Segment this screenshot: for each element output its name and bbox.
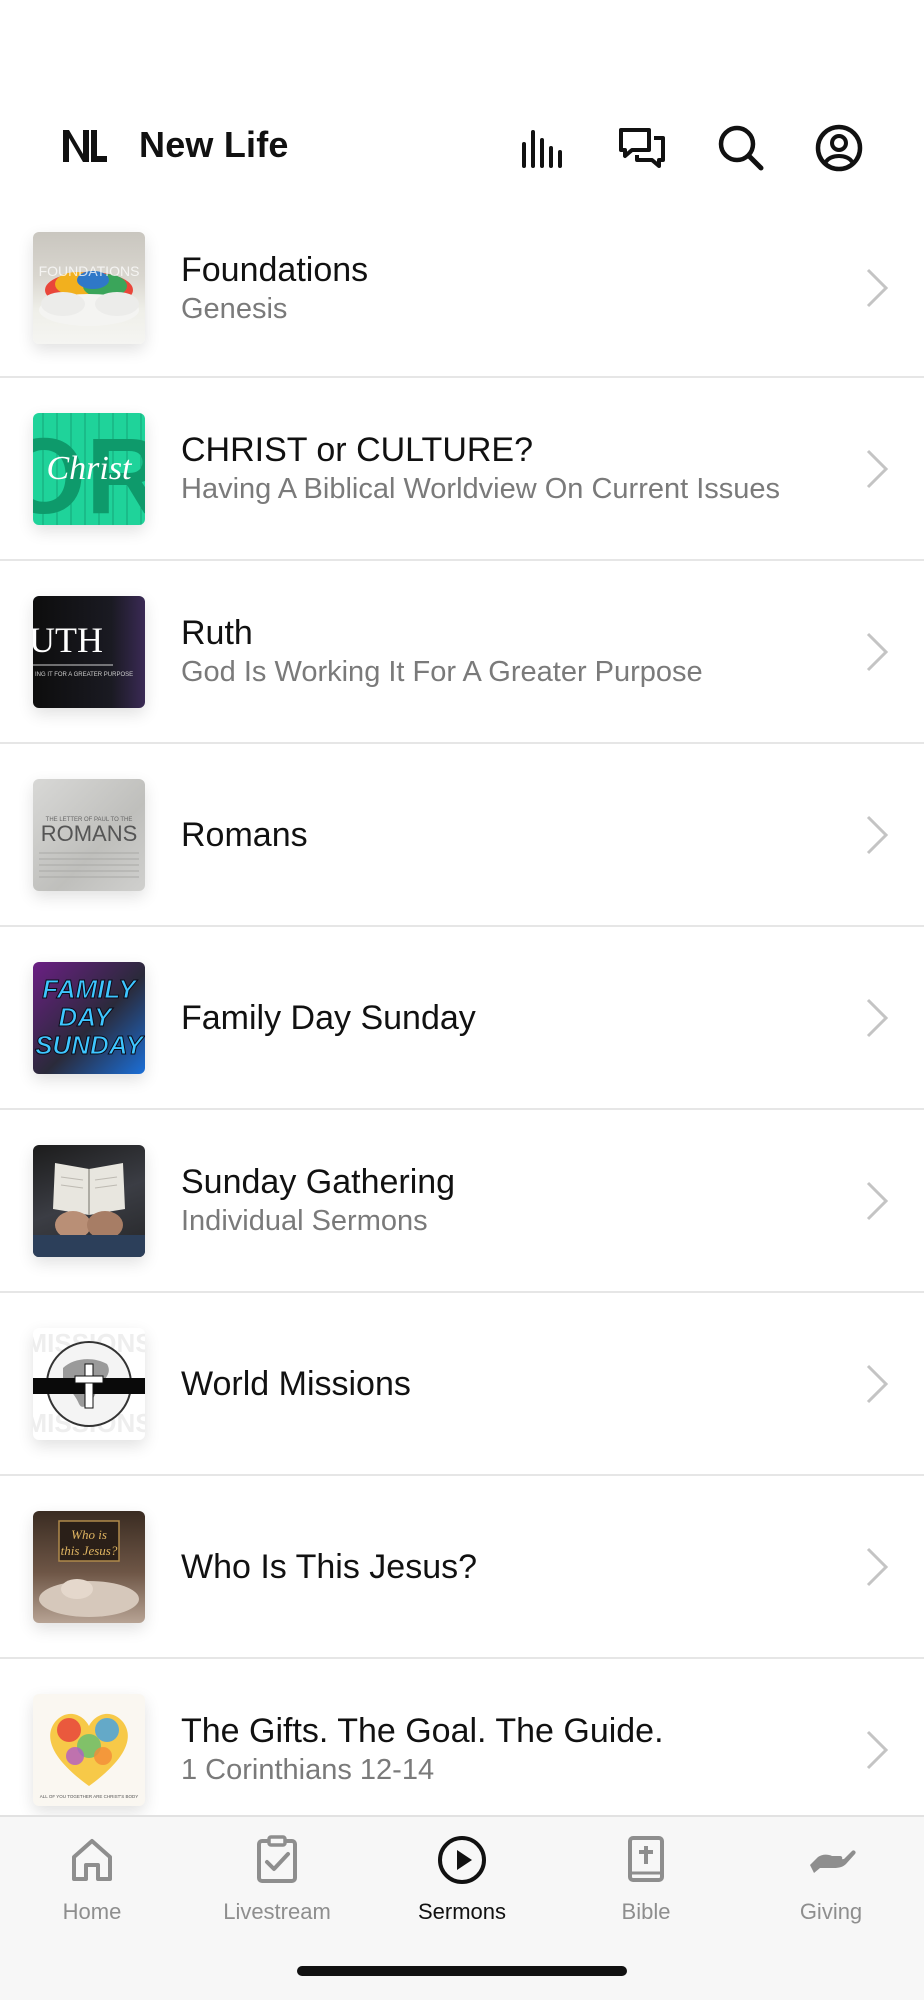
list-item-text: Family Day Sunday	[181, 927, 804, 1108]
svg-text:ING IT FOR A GREATER PURPOSE: ING IT FOR A GREATER PURPOSE	[35, 672, 133, 678]
profile-icon	[815, 124, 863, 172]
series-title: Romans	[181, 815, 308, 854]
series-title: The Gifts. The Goal. The Guide.	[181, 1712, 664, 1750]
svg-text:DAY: DAY	[59, 1002, 115, 1032]
ruth-artwork: UTH ING IT FOR A GREATER PURPOSE	[33, 620, 133, 678]
list-item[interactable]: MISSIONS MISSIONS World Missions	[0, 1293, 924, 1476]
svg-text:UTH: UTH	[33, 620, 103, 660]
series-title: Foundations	[181, 250, 369, 289]
nl-logo-icon	[63, 130, 107, 162]
svg-text:SUNDAY: SUNDAY	[35, 1030, 145, 1060]
series-thumbnail: FAMILY DAY SUNDAY	[33, 962, 145, 1074]
giving-hand-icon	[810, 1850, 856, 1873]
list-item-text: World Missions	[181, 1293, 804, 1474]
app-title: New Life	[139, 124, 289, 165]
series-title: CHRIST or CULTURE?	[181, 431, 534, 469]
series-thumbnail: UTH ING IT FOR A GREATER PURPOSE	[33, 596, 145, 708]
list-item[interactable]: FAMILY DAY SUNDAY Family Day Sunday	[0, 927, 924, 1110]
foundations-artwork: FOUNDATIONS	[39, 263, 140, 326]
svg-text:ROMANS: ROMANS	[41, 821, 138, 846]
chevron-right-icon	[866, 1364, 889, 1403]
tab-label: Sermons	[417, 1899, 507, 1924]
chevron-right-icon	[866, 1547, 889, 1586]
chevron-right-icon	[866, 815, 889, 854]
series-subtitle: Having A Biblical Worldview On Current I…	[181, 473, 781, 505]
tab-home[interactable]: Home	[0, 1831, 184, 1941]
home-icon	[72, 1839, 112, 1881]
series-thumbnail	[33, 1145, 145, 1257]
list-item-text: Romans	[181, 744, 804, 925]
list-item-text: Sunday Gathering Individual Sermons	[181, 1110, 804, 1291]
gifts-heart-artwork: ALL OF YOU TOGETHER ARE CHRIST'S BODY	[40, 1713, 138, 1799]
open-bible-artwork	[33, 1163, 145, 1257]
chevron-right-icon	[866, 1181, 889, 1220]
romans-artwork: THE LETTER OF PAUL TO THE ROMANS	[39, 817, 139, 878]
app-logo[interactable]	[62, 126, 108, 166]
list-item[interactable]: UTH ING IT FOR A GREATER PURPOSE Ruth Go…	[0, 561, 924, 744]
svg-text:FAMILY: FAMILY	[42, 974, 138, 1004]
list-item-text: Foundations Genesis	[181, 200, 804, 376]
bible-icon	[628, 1836, 664, 1882]
list-item-text: Ruth God Is Working It For A Greater Pur…	[181, 561, 804, 742]
series-subtitle: Genesis	[181, 292, 288, 325]
chevron-right-icon	[866, 449, 889, 488]
christ-or-culture-artwork: OR Christ	[33, 413, 145, 525]
clipboard-check-icon	[257, 1835, 297, 1883]
series-thumbnail: OR Christ	[33, 413, 145, 525]
series-subtitle: God Is Working It For A Greater Purpose	[181, 656, 703, 688]
tab-sermons[interactable]: Sermons	[370, 1831, 554, 1941]
sermons-screen: New Life FOUNDATIONS Foundations Genesis…	[0, 0, 924, 2000]
svg-text:this Jesus?: this Jesus?	[61, 1543, 118, 1558]
app-header: New Life	[0, 108, 924, 188]
svg-text:FOUNDATIONS: FOUNDATIONS	[39, 263, 140, 279]
tab-livestream[interactable]: Livestream	[185, 1831, 369, 1941]
tab-label: Home	[62, 1899, 122, 1924]
series-subtitle: Individual Sermons	[181, 1205, 428, 1237]
profile-button[interactable]	[811, 120, 867, 176]
messages-button[interactable]	[614, 120, 670, 176]
svg-text:Who is: Who is	[71, 1527, 107, 1542]
list-item-text: The Gifts. The Goal. The Guide. 1 Corint…	[181, 1659, 804, 1840]
list-item[interactable]: OR Christ CHRIST or CULTURE? Having A Bi…	[0, 378, 924, 561]
tab-bible[interactable]: Bible	[554, 1831, 738, 1941]
home-indicator	[297, 1966, 627, 1976]
search-icon	[718, 125, 764, 171]
svg-text:Christ: Christ	[46, 450, 133, 487]
tab-label: Bible	[621, 1899, 671, 1924]
tab-label: Giving	[799, 1899, 863, 1924]
audio-button[interactable]	[516, 120, 572, 176]
list-item[interactable]: Sunday Gathering Individual Sermons	[0, 1110, 924, 1293]
bars-chart-icon	[522, 130, 562, 168]
chevron-right-icon	[866, 1730, 889, 1769]
who-is-this-jesus-artwork: Who is this Jesus?	[39, 1520, 139, 1617]
series-subtitle: 1 Corinthians 12-14	[181, 1754, 435, 1786]
sermon-series-list: FOUNDATIONS Foundations Genesis OR Chris…	[0, 200, 924, 1842]
chevron-right-icon	[866, 268, 889, 308]
list-item-text: Who Is This Jesus?	[181, 1476, 804, 1657]
family-day-sunday-artwork: FAMILY DAY SUNDAY	[35, 974, 145, 1061]
play-circle-icon	[438, 1836, 486, 1884]
series-thumbnail: Who is this Jesus?	[33, 1511, 145, 1623]
series-thumbnail: MISSIONS MISSIONS	[33, 1328, 145, 1440]
series-title: Who Is This Jesus?	[181, 1547, 478, 1586]
series-title: Ruth	[181, 614, 253, 652]
tab-label: Livestream	[223, 1899, 331, 1924]
chevron-right-icon	[866, 998, 889, 1037]
svg-text:ALL OF YOU TOGETHER ARE CHRIST: ALL OF YOU TOGETHER ARE CHRIST'S BODY	[40, 1794, 138, 1799]
series-thumbnail: ALL OF YOU TOGETHER ARE CHRIST'S BODY	[33, 1694, 145, 1806]
series-title: Sunday Gathering	[181, 1163, 456, 1201]
chat-icon	[619, 128, 665, 168]
list-item[interactable]: FOUNDATIONS Foundations Genesis	[0, 200, 924, 378]
series-thumbnail: FOUNDATIONS	[33, 232, 145, 344]
list-item-text: CHRIST or CULTURE? Having A Biblical Wor…	[181, 378, 804, 559]
series-thumbnail: THE LETTER OF PAUL TO THE ROMANS	[33, 779, 145, 891]
list-item[interactable]: Who is this Jesus? Who Is This Jesus?	[0, 1476, 924, 1659]
chevron-right-icon	[866, 632, 889, 671]
world-missions-artwork: MISSIONS MISSIONS	[33, 1328, 145, 1438]
series-title: World Missions	[181, 1364, 411, 1403]
tab-giving[interactable]: Giving	[739, 1831, 923, 1941]
list-item[interactable]: THE LETTER OF PAUL TO THE ROMANS Romans	[0, 744, 924, 927]
search-button[interactable]	[713, 120, 769, 176]
series-title: Family Day Sunday	[181, 998, 476, 1037]
